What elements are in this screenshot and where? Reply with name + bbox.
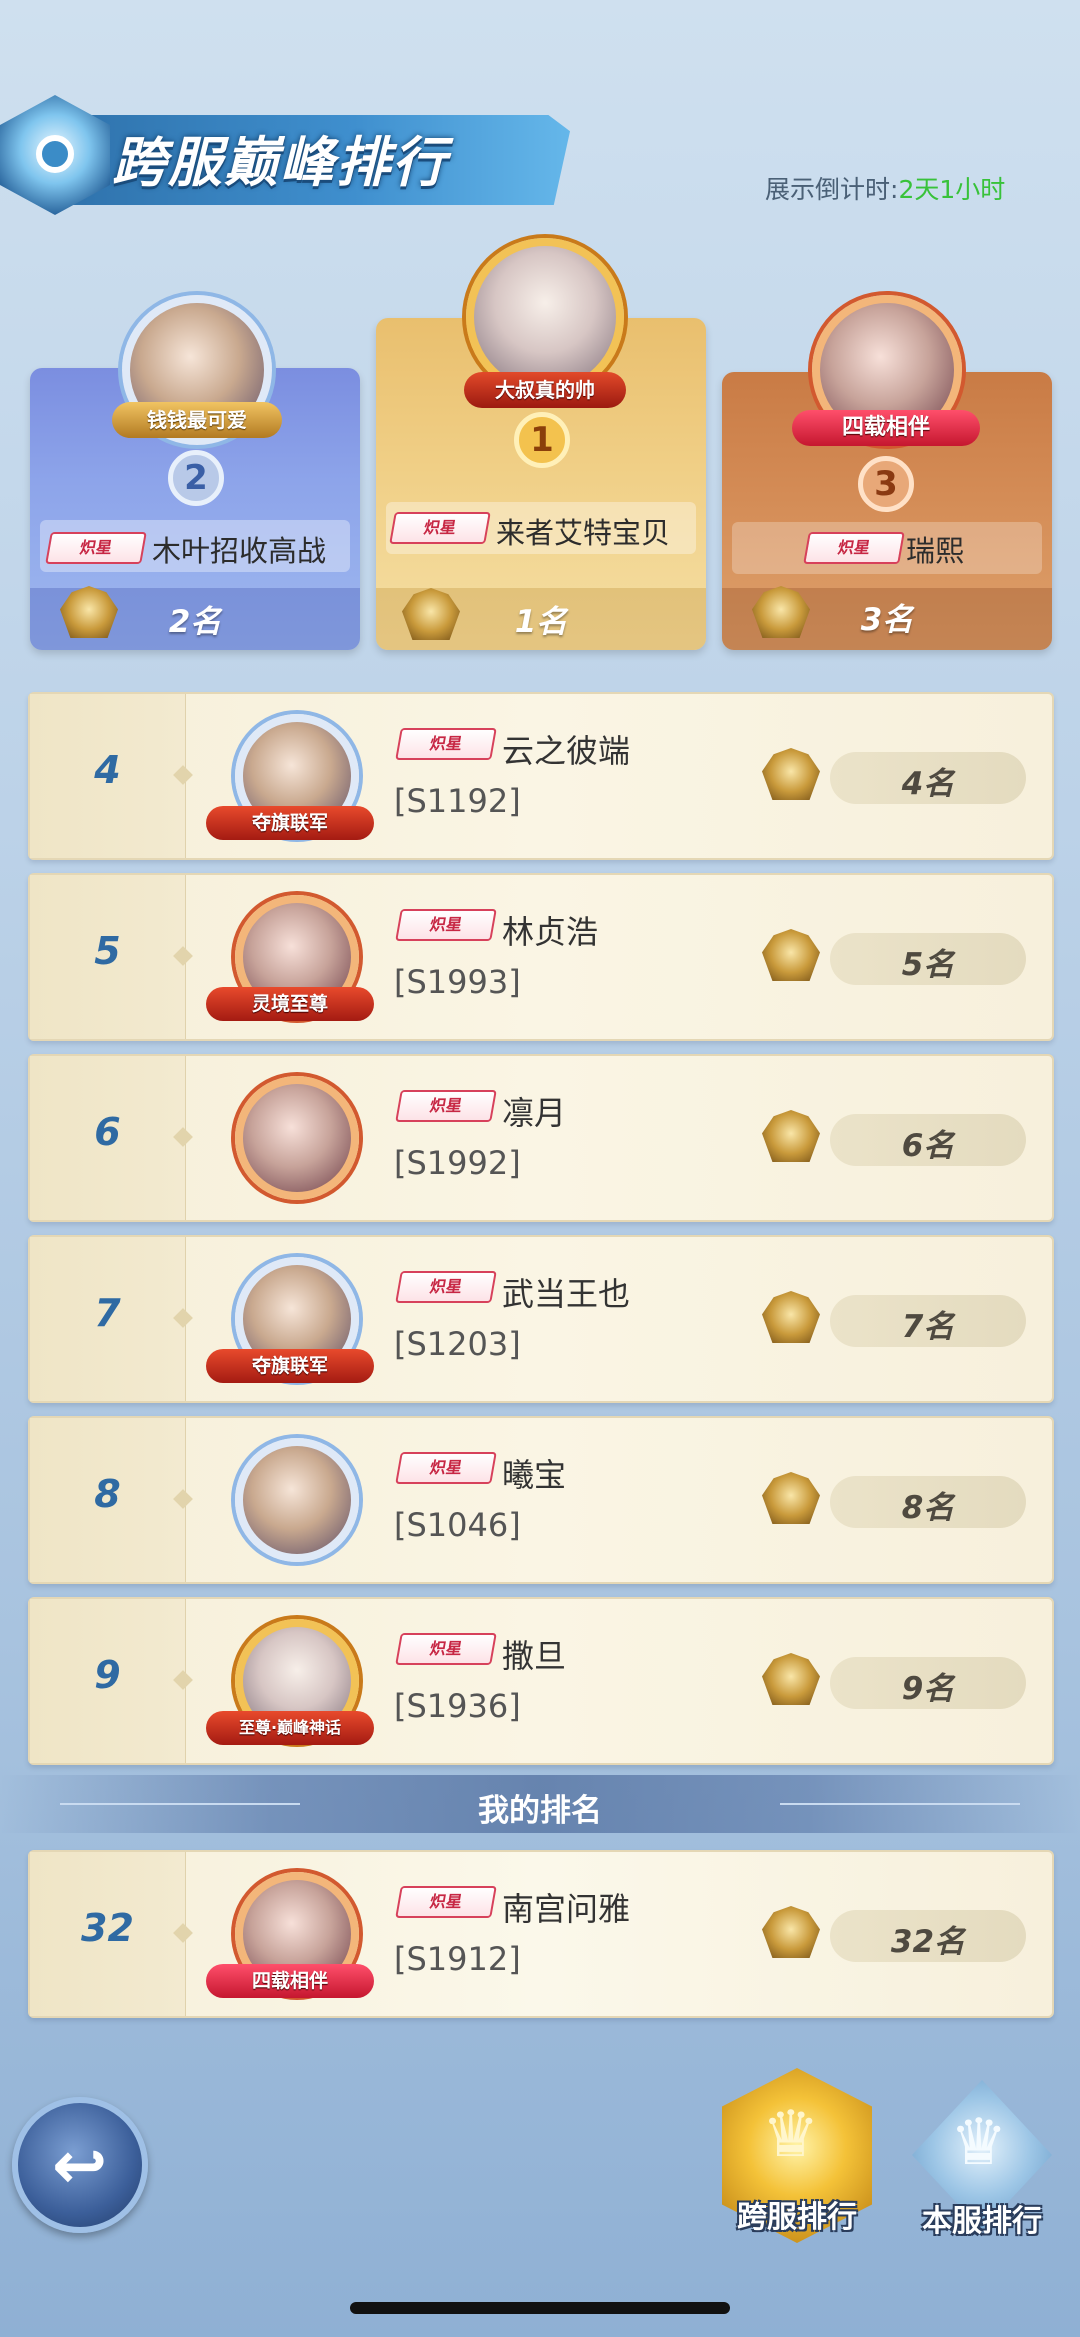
rank-pill-text: 5名: [901, 947, 955, 983]
podium-player-name: 木叶招收高战: [152, 534, 327, 568]
rank-badge: 炽星: [45, 532, 147, 564]
rank-badge: 炽星: [395, 1452, 497, 1484]
rank-number: 5: [94, 929, 121, 973]
rank-pill-text: 7名: [901, 1309, 955, 1345]
table-row[interactable]: 7 夺旗联军 炽星 武当王也 [S1203] 7名: [28, 1235, 1054, 1403]
podium-player-name: 瑞熙: [906, 534, 965, 568]
table-row[interactable]: 5 灵境至尊 炽星 林贞浩 [S1993] 5名: [28, 873, 1054, 1041]
table-row[interactable]: 4 夺旗联军 炽星 云之彼端 [S1192] 4名: [28, 692, 1054, 860]
podium-rank-text: 1名: [514, 604, 568, 640]
crown-icon: [762, 929, 820, 981]
title-plate: 四载相伴: [206, 1964, 374, 1998]
title-plate: 至尊·巅峰神话: [206, 1711, 374, 1745]
tab-cross-server-label: 跨服排行: [737, 2200, 857, 2235]
title-plate: 夺旗联军: [206, 806, 374, 840]
title-plate: 四载相伴: [792, 410, 980, 446]
crown-icon: [762, 748, 820, 800]
title-plate: 大叔真的帅: [464, 372, 626, 408]
player-name: 林贞浩: [502, 913, 599, 951]
tab-local-server-label: 本服排行: [922, 2204, 1042, 2239]
rank-pill-text: 9名: [901, 1671, 955, 1707]
countdown: 展示倒计时:2天1小时: [765, 170, 1005, 206]
rank-pill-text: 32名: [890, 1924, 966, 1960]
server-id: [S1912]: [394, 1940, 521, 1978]
my-rank-row[interactable]: 32 四载相伴 炽星 南宫问雅 [S1912] 32名: [28, 1850, 1054, 2018]
player-name: 南宫问雅: [502, 1890, 631, 1928]
medal-second-icon: 2: [168, 450, 224, 506]
server-id: [S1992]: [394, 1144, 521, 1182]
crown-icon: [762, 1291, 820, 1343]
home-indicator: [350, 2302, 730, 2314]
rank-badge: 炽星: [803, 532, 905, 564]
header-emblem-core: [36, 135, 74, 173]
rank-badge: 炽星: [395, 1090, 497, 1122]
countdown-value: 2天1小时: [898, 175, 1006, 204]
crown-icon: ♛: [762, 2098, 820, 2172]
rank-pill-text: 8名: [901, 1490, 955, 1526]
table-row[interactable]: 8 炽星 曦宝 [S1046] 8名: [28, 1416, 1054, 1584]
rank-badge: 炽星: [395, 728, 497, 760]
rank-number: 8: [94, 1472, 121, 1516]
crown-icon: [762, 1653, 820, 1705]
server-id: [S1936]: [394, 1687, 521, 1725]
player-name: 云之彼端: [502, 732, 631, 770]
rank-badge: 炽星: [395, 1633, 497, 1665]
rank-number: 6: [94, 1110, 121, 1154]
countdown-label: 展示倒计时:: [765, 175, 899, 204]
server-id: [S1046]: [394, 1506, 521, 1544]
rank-number: 32: [81, 1906, 134, 1950]
rank-badge: 炽星: [395, 1886, 497, 1918]
podium-player-name: 来者艾特宝贝: [496, 516, 671, 550]
table-row[interactable]: 6 炽星 凛月 [S1992] 6名: [28, 1054, 1054, 1222]
avatar[interactable]: [235, 1438, 359, 1562]
crown-icon: [762, 1906, 820, 1958]
player-name: 曦宝: [502, 1456, 567, 1494]
back-arrow-icon: ↩: [52, 2127, 108, 2204]
title-plate: 夺旗联军: [206, 1349, 374, 1383]
title-plate: 钱钱最可爱: [112, 402, 282, 438]
crown-icon: [762, 1472, 820, 1524]
player-name: 凛月: [502, 1094, 567, 1132]
podium-rank-text: 2名: [168, 604, 222, 640]
podium-rank-text: 3名: [860, 602, 914, 638]
rank-pill-text: 4名: [901, 766, 955, 802]
rank-badge: 炽星: [395, 1271, 497, 1303]
medal-first-icon: 1: [514, 412, 570, 468]
server-id: [S1192]: [394, 782, 521, 820]
crown-icon: ♛: [950, 2106, 1008, 2180]
avatar[interactable]: [235, 1076, 359, 1200]
rank-number: 7: [94, 1291, 121, 1335]
medal-third-icon: 3: [858, 456, 914, 512]
rank-badge: 炽星: [395, 909, 497, 941]
rank-badge: 炽星: [389, 512, 491, 544]
table-row[interactable]: 9 至尊·巅峰神话 炽星 撒旦 [S1936] 9名: [28, 1597, 1054, 1765]
rank-number: 4: [94, 748, 121, 792]
player-name: 撒旦: [502, 1637, 567, 1675]
rank-number: 9: [94, 1653, 121, 1697]
rank-pill-text: 6名: [901, 1128, 955, 1164]
server-id: [S1993]: [394, 963, 521, 1001]
title-plate: 灵境至尊: [206, 987, 374, 1021]
player-name: 武当王也: [502, 1275, 631, 1313]
server-id: [S1203]: [394, 1325, 521, 1363]
page-title: 跨服巅峰排行: [112, 131, 448, 194]
crown-icon: [762, 1110, 820, 1162]
my-rank-title: 我的排名: [478, 1793, 602, 1829]
